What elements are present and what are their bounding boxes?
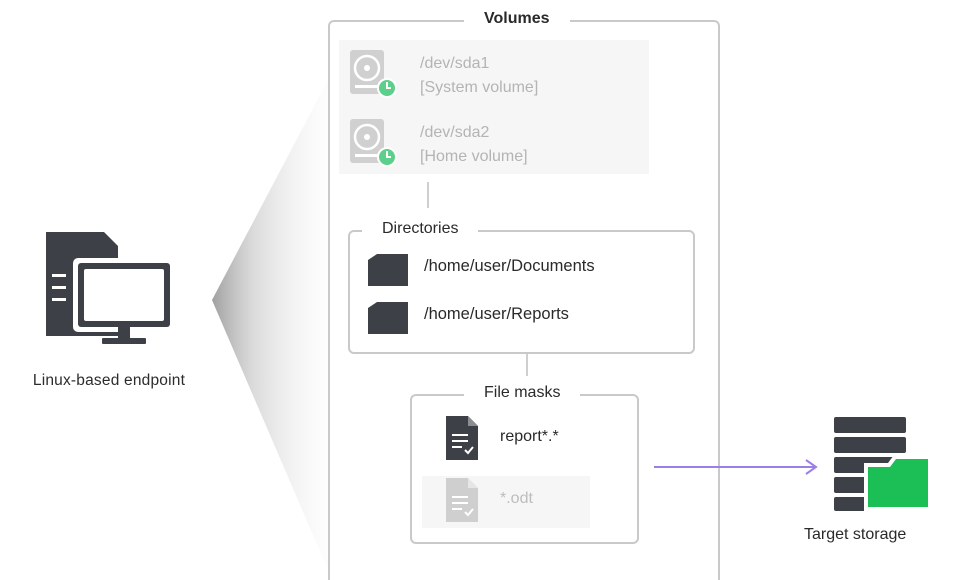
file-masks-title: File masks [464, 384, 581, 402]
directories-frame: Directories [348, 220, 695, 354]
endpoint-label: Linux-based endpoint [32, 372, 186, 389]
volume-name: [Home volume] [420, 148, 528, 165]
directory-item: /home/user/Documents [368, 252, 678, 286]
backup-flow-arrow [654, 459, 818, 475]
directory-path: /home/user/Reports [424, 305, 569, 323]
volume-name: [System volume] [420, 79, 539, 96]
target-storage-icon [834, 417, 932, 511]
connector-line [526, 354, 528, 376]
directory-path: /home/user/Documents [424, 257, 595, 275]
volume-item-sda1: /dev/sda1 [System volume] [347, 48, 637, 104]
connector-line [427, 182, 429, 208]
volume-device: /dev/sda2 [420, 124, 490, 141]
folder-icon [368, 254, 408, 286]
folder-icon [368, 302, 408, 334]
directory-item: /home/user/Reports [368, 300, 678, 334]
file-mask-pattern: *.odt [500, 490, 533, 507]
file-mask-item: *.odt [446, 478, 626, 524]
disk-check-icon [350, 119, 397, 167]
file-mask-pattern: report*.* [500, 428, 559, 445]
document-icon [446, 416, 478, 460]
file-mask-item: report*.* [446, 416, 626, 462]
target-storage-label: Target storage [804, 526, 907, 543]
directories-title: Directories [362, 220, 479, 238]
document-icon [446, 478, 478, 522]
volumes-title: Volumes [464, 10, 570, 28]
linux-endpoint-icon [46, 232, 175, 344]
disk-check-icon [350, 50, 397, 98]
volume-device: /dev/sda1 [420, 55, 490, 72]
volume-item-sda2: /dev/sda2 [Home volume] [347, 117, 637, 173]
